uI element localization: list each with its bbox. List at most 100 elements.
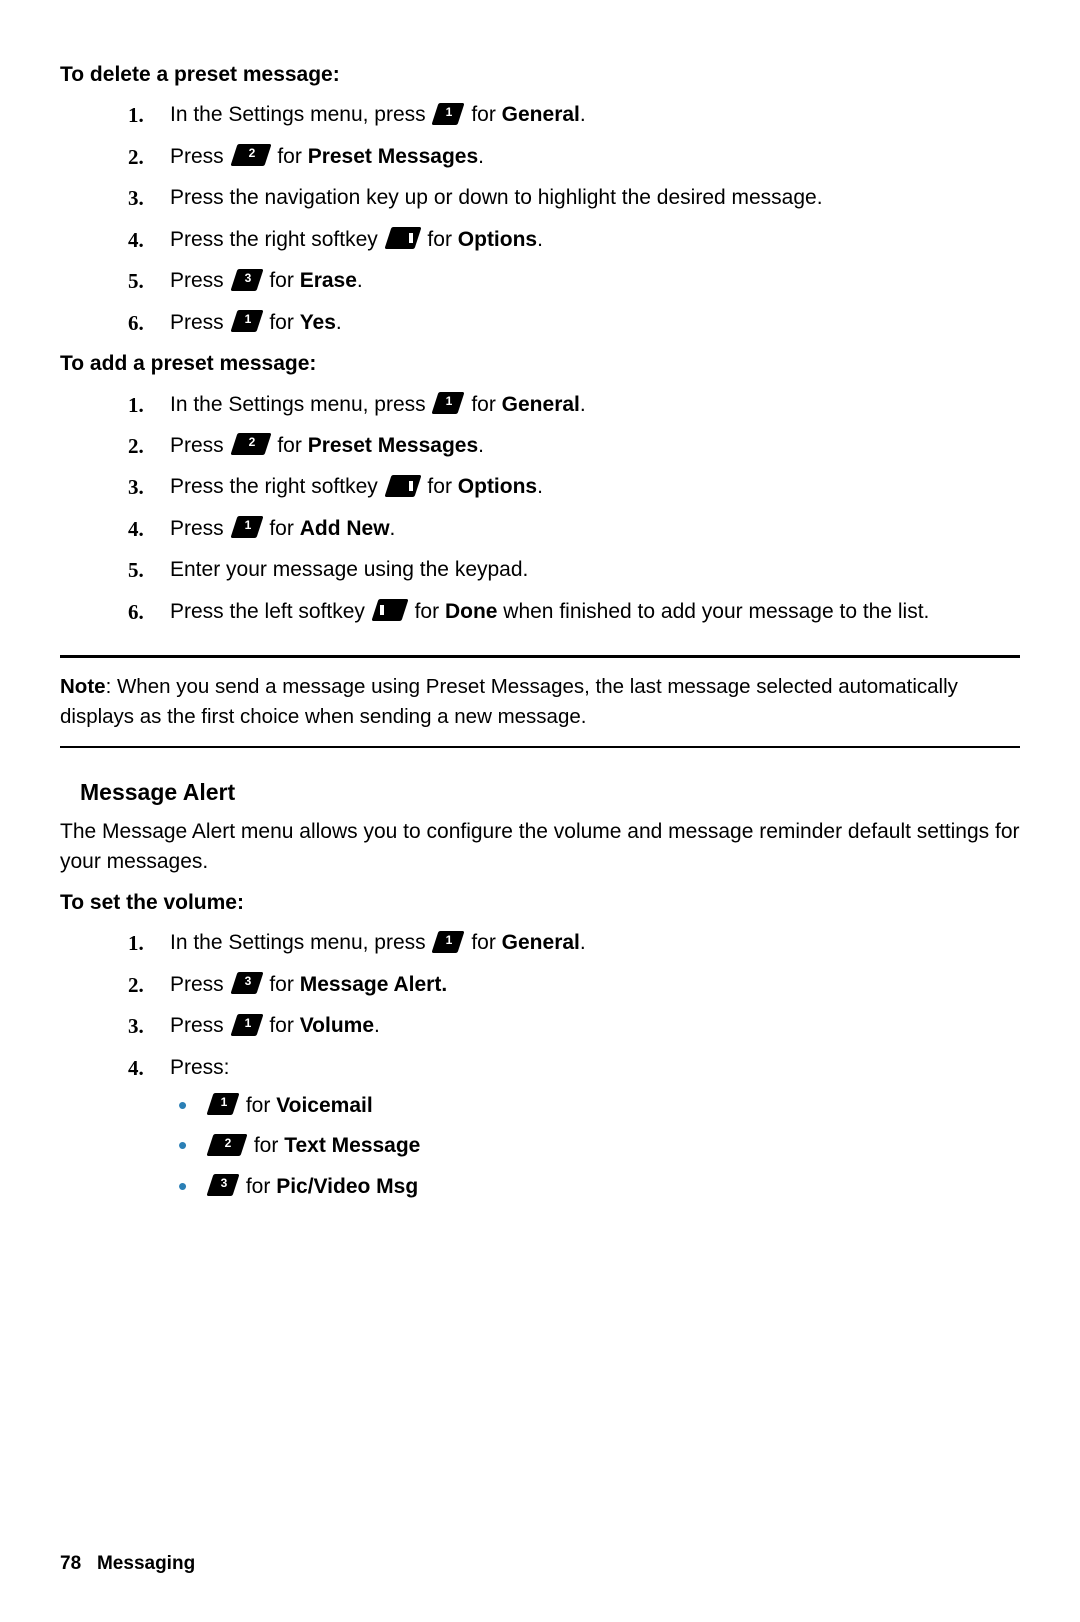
- text: .: [537, 228, 543, 251]
- text: for: [465, 393, 501, 416]
- text: .: [580, 931, 586, 954]
- key-1-icon: 1: [432, 392, 465, 414]
- steps-volume: 1. In the Settings menu, press 1 for Gene…: [60, 928, 1020, 1202]
- text: .: [580, 103, 586, 126]
- text: for: [409, 600, 445, 623]
- bold: Yes: [300, 311, 336, 334]
- bold: General: [502, 931, 580, 954]
- key-2-icon: 2: [206, 1134, 247, 1156]
- text: Enter your message using the keypad.: [170, 558, 528, 581]
- note-label: Note: [60, 675, 106, 698]
- bold: General: [502, 103, 580, 126]
- text: .: [478, 434, 484, 457]
- bold: Options: [458, 475, 537, 498]
- bold: Add New: [300, 517, 390, 540]
- step-number: 3.: [128, 183, 144, 213]
- key-1-icon: 1: [206, 1093, 239, 1115]
- heading-message-alert: Message Alert: [80, 776, 1020, 809]
- step-number: 4.: [128, 514, 144, 544]
- text: for: [264, 517, 300, 540]
- step: 2.Press 3 for Message Alert.: [170, 970, 1020, 1000]
- left-softkey-icon: [371, 599, 408, 621]
- key-1-icon: 1: [230, 516, 263, 538]
- section-title: Messaging: [97, 1553, 195, 1574]
- step-number: 1.: [128, 390, 144, 420]
- bold: Text Message: [284, 1134, 420, 1157]
- step: 4.Press: 1 for Voicemail 2 for Text Mess…: [170, 1053, 1020, 1203]
- text: Press the left softkey: [170, 600, 371, 623]
- text: for: [264, 1014, 300, 1037]
- step: 5.Press 3 for Erase.: [170, 266, 1020, 296]
- text: Press: [170, 311, 230, 334]
- text: In the Settings menu, press: [170, 393, 431, 416]
- text: for: [422, 475, 458, 498]
- key-3-icon: 3: [230, 972, 263, 994]
- page-footer: 78 Messaging: [60, 1550, 195, 1578]
- step-number: 6.: [128, 597, 144, 627]
- text: .: [537, 475, 543, 498]
- text: for: [264, 311, 300, 334]
- right-softkey-icon: [384, 475, 421, 497]
- list-item: 3 for Pic/Video Msg: [206, 1172, 1020, 1202]
- bold: Volume: [300, 1014, 374, 1037]
- text: Press: [170, 434, 230, 457]
- text: .: [478, 145, 484, 168]
- bold: Erase: [300, 269, 357, 292]
- step-number: 3.: [128, 472, 144, 502]
- key-3-icon: 3: [206, 1174, 239, 1196]
- step: 4.Press the right softkey for Options.: [170, 225, 1020, 255]
- text: for: [264, 269, 300, 292]
- steps-delete: 1.In the Settings menu, press 1 for Gene…: [60, 100, 1020, 338]
- step-number: 4.: [128, 225, 144, 255]
- bold: Preset Messages: [308, 145, 478, 168]
- step: 4.Press 1 for Add New.: [170, 514, 1020, 544]
- text: for: [240, 1175, 276, 1198]
- text: .: [374, 1014, 380, 1037]
- step: 3.Press the navigation key up or down to…: [170, 183, 1020, 213]
- step: 3.Press the right softkey for Options.: [170, 472, 1020, 502]
- text: for: [272, 145, 308, 168]
- text: when finished to add your message to the…: [497, 600, 929, 623]
- step: 2.Press 2 for Preset Messages.: [170, 431, 1020, 461]
- bold: General: [502, 393, 580, 416]
- step-number: 1.: [128, 928, 144, 958]
- bold: Message Alert.: [300, 973, 447, 996]
- step-number: 4.: [128, 1053, 144, 1083]
- text: for: [264, 973, 300, 996]
- heading-volume: To set the volume:: [60, 888, 1020, 918]
- text: Press the right softkey: [170, 475, 384, 498]
- text: Press: [170, 145, 230, 168]
- text: for: [240, 1094, 276, 1117]
- text: Press: [170, 269, 230, 292]
- text: Press:: [170, 1056, 230, 1079]
- text: for: [465, 931, 501, 954]
- list-item: 1 for Voicemail: [206, 1091, 1020, 1121]
- key-2-icon: 2: [230, 144, 271, 166]
- step-number: 5.: [128, 555, 144, 585]
- key-2-icon: 2: [230, 433, 271, 455]
- text: Press the navigation key up or down to h…: [170, 186, 823, 209]
- heading-add: To add a preset message:: [60, 349, 1020, 379]
- steps-add: 1. In the Settings menu, press 1 for Gene…: [60, 390, 1020, 628]
- text: .: [336, 311, 342, 334]
- text: for: [272, 434, 308, 457]
- page-number: 78: [60, 1553, 81, 1574]
- text: .: [580, 393, 586, 416]
- text: Press: [170, 1014, 230, 1037]
- bold: Pic/Video Msg: [276, 1175, 418, 1198]
- step-number: 2.: [128, 142, 144, 172]
- step: 1.In the Settings menu, press 1 for Gene…: [170, 100, 1020, 130]
- step-number: 2.: [128, 970, 144, 1000]
- step-number: 1.: [128, 100, 144, 130]
- step-number: 5.: [128, 266, 144, 296]
- text: .: [390, 517, 396, 540]
- text: Press: [170, 517, 230, 540]
- text: .: [357, 269, 363, 292]
- list-item: 2 for Text Message: [206, 1131, 1020, 1161]
- key-1-icon: 1: [230, 310, 263, 332]
- intro-text: The Message Alert menu allows you to con…: [60, 817, 1020, 878]
- step: 5.Enter your message using the keypad.: [170, 555, 1020, 585]
- text: In the Settings menu, press: [170, 931, 431, 954]
- step: 6.Press the left softkey for Done when f…: [170, 597, 1020, 627]
- note-block: Note: When you send a message using Pres…: [60, 655, 1020, 747]
